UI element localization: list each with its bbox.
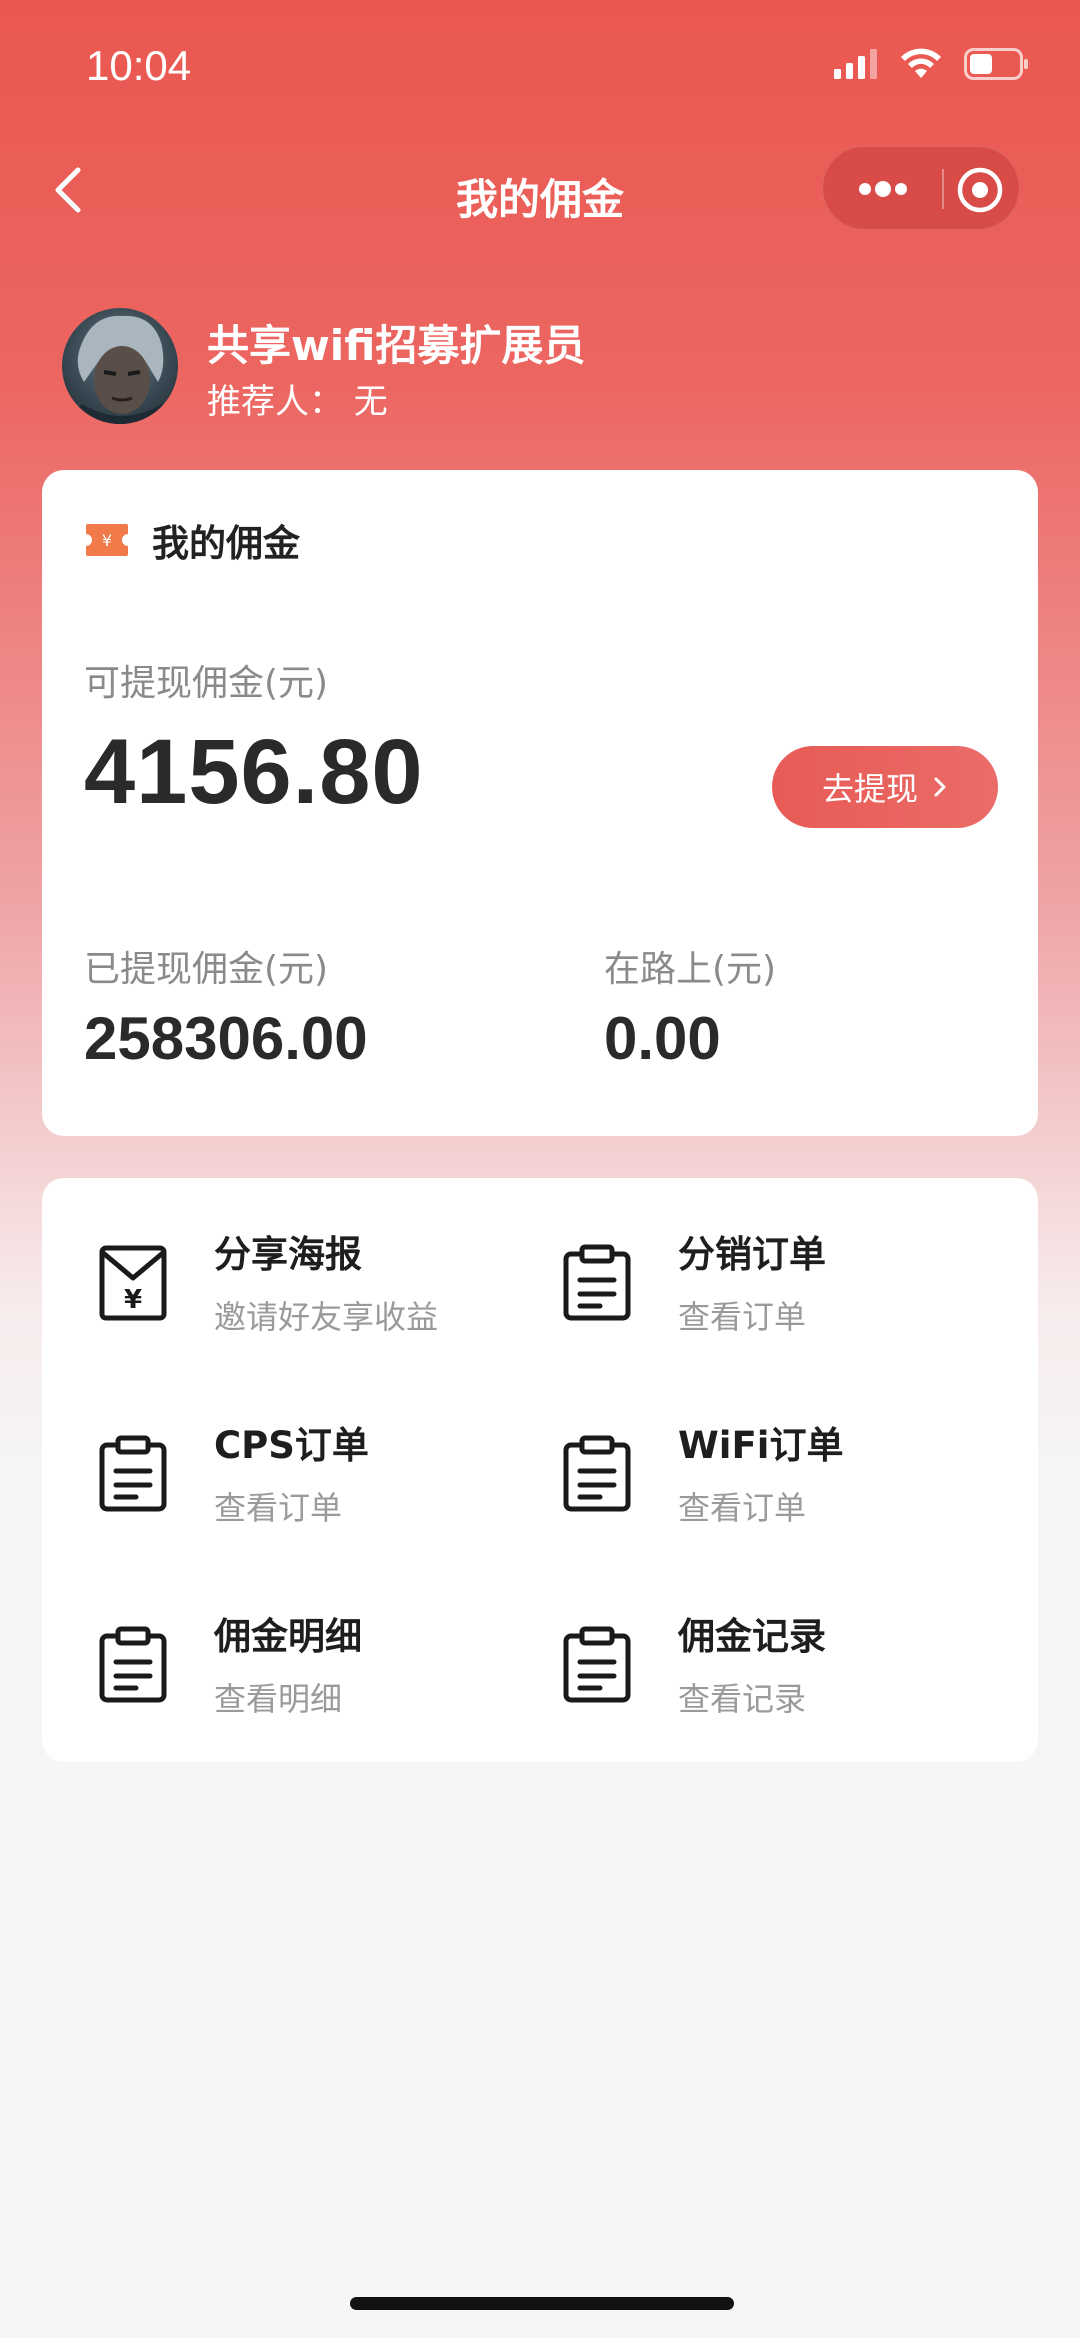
chevron-right-icon <box>934 777 946 797</box>
cellular-signal-icon <box>834 49 877 79</box>
yen-ticket-icon: ¥ <box>86 524 128 556</box>
withdraw-button-label: 去提现 <box>821 770 918 808</box>
svg-text:¥: ¥ <box>102 531 112 550</box>
referrer-text: 推荐人： 无 <box>207 382 388 422</box>
more-button[interactable] <box>853 169 913 209</box>
commission-card-header: ¥ 我的佣金 <box>84 510 300 570</box>
withdraw-button[interactable]: 去提现 <box>772 746 998 828</box>
capsule-divider <box>942 169 944 209</box>
in-transit-value: 0.00 <box>604 1005 721 1072</box>
menu-item-commission-records[interactable]: 佣金记录 查看记录 <box>506 1606 966 1736</box>
svg-text:¥: ¥ <box>124 1285 142 1315</box>
miniprogram-capsule <box>822 146 1020 230</box>
menu-item-title: 分享海报 <box>214 1233 362 1276</box>
clipboard-icon <box>563 1435 631 1512</box>
menu-item-share-poster[interactable]: ¥ 分享海报 邀请好友享收益 <box>42 1224 502 1354</box>
commission-card: ¥ 我的佣金 可提现佣金(元) 4156.80 去提现 已提现佣金(元) 258… <box>42 470 1038 1136</box>
clipboard-icon <box>563 1626 631 1703</box>
avatar[interactable] <box>62 308 178 424</box>
clipboard-icon <box>563 1244 631 1321</box>
nav-bar: 我的佣金 <box>0 140 1080 240</box>
more-dots-icon <box>859 181 907 197</box>
clipboard-icon <box>99 1435 167 1512</box>
menu-item-wifi-orders[interactable]: WiFi订单 查看订单 <box>506 1415 966 1545</box>
commission-card-title: 我的佣金 <box>152 522 300 565</box>
menu-item-title: 佣金明细 <box>214 1615 362 1658</box>
menu-item-title: 佣金记录 <box>678 1615 826 1658</box>
menu-item-subtitle: 邀请好友享收益 <box>214 1298 439 1336</box>
menu-item-cps-orders[interactable]: CPS订单 查看订单 <box>42 1415 502 1545</box>
menu-item-title: CPS订单 <box>214 1424 369 1467</box>
menu-item-subtitle: 查看订单 <box>678 1489 807 1527</box>
available-commission-label: 可提现佣金(元) <box>84 663 329 704</box>
withdrawn-commission-label: 已提现佣金(元) <box>84 949 329 990</box>
menu-card: ¥ 分享海报 邀请好友享收益 分销订单 查看订单 CPS订单 查看订单 WiFi… <box>42 1178 1038 1762</box>
battery-icon <box>964 48 1028 80</box>
menu-item-title: 分销订单 <box>678 1233 826 1276</box>
menu-item-subtitle: 查看订单 <box>678 1298 807 1336</box>
menu-item-subtitle: 查看明细 <box>214 1680 343 1718</box>
in-transit-label: 在路上(元) <box>604 949 777 990</box>
menu-item-subtitle: 查看记录 <box>678 1680 807 1718</box>
avatar-image <box>62 315 178 424</box>
close-miniprogram-button[interactable] <box>957 167 1003 213</box>
status-bar: 10:04 <box>0 0 1080 130</box>
clipboard-icon <box>99 1626 167 1703</box>
user-name: 共享wifi招募扩展员 <box>207 321 586 370</box>
withdrawn-commission-value: 258306.00 <box>84 1005 368 1072</box>
target-close-icon <box>957 167 1003 213</box>
home-indicator[interactable] <box>350 2297 734 2310</box>
menu-item-commission-details[interactable]: 佣金明细 查看明细 <box>42 1606 502 1736</box>
wifi-icon <box>901 48 941 78</box>
poster-yen-icon: ¥ <box>99 1245 167 1321</box>
available-commission-value: 4156.80 <box>84 721 424 823</box>
menu-item-distribution-orders[interactable]: 分销订单 查看订单 <box>506 1224 966 1354</box>
profile-header: 共享wifi招募扩展员 推荐人： 无 <box>62 304 1022 424</box>
menu-item-title: WiFi订单 <box>678 1424 844 1467</box>
status-time: 10:04 <box>86 42 192 89</box>
status-icons <box>834 48 1030 80</box>
menu-item-subtitle: 查看订单 <box>214 1489 343 1527</box>
